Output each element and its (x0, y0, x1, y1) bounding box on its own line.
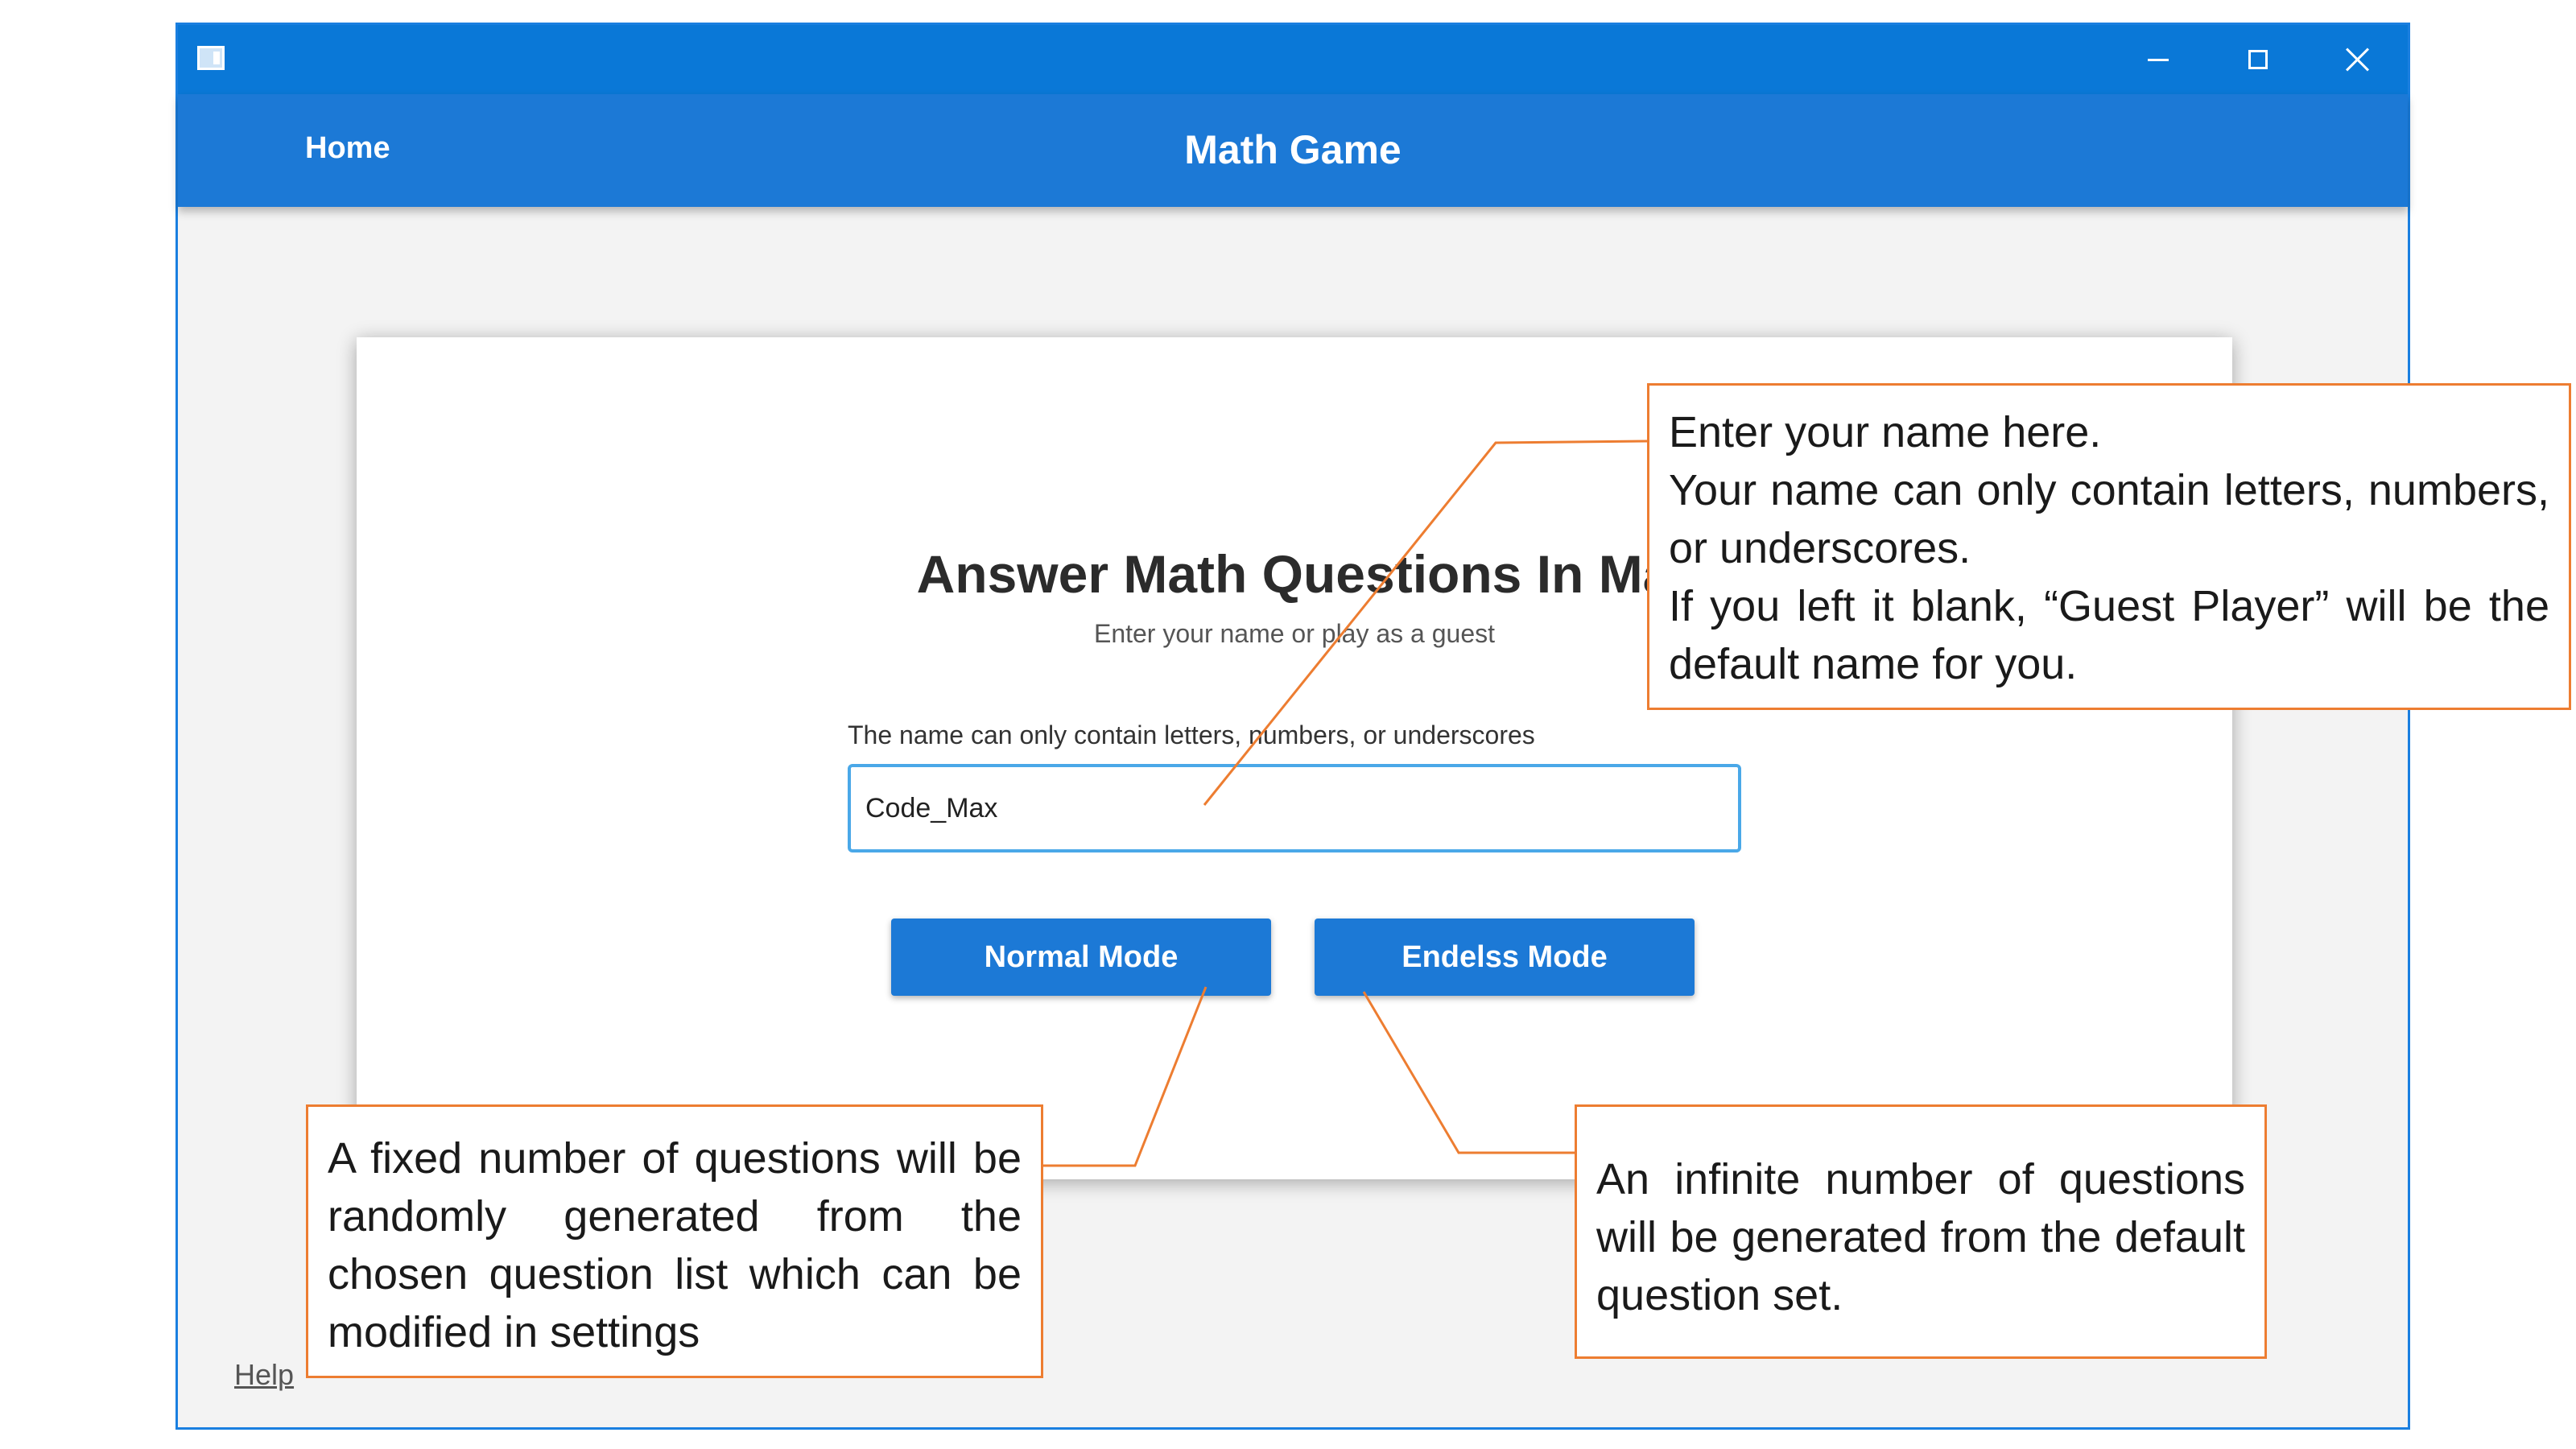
app-bar: Home Math Game (178, 94, 2408, 207)
minimize-icon (2148, 58, 2169, 61)
maximize-button[interactable] (2208, 25, 2308, 94)
title-bar[interactable] (178, 25, 2408, 94)
player-name-input[interactable] (848, 764, 1741, 852)
name-callout-line: Your name can only contain letters, numb… (1669, 466, 2549, 572)
minimize-button[interactable] (2108, 25, 2208, 94)
normal-mode-callout: A fixed number of questions will be rand… (306, 1104, 1043, 1378)
name-field-hint: The name can only contain letters, numbe… (848, 720, 1535, 749)
name-callout: Enter your name here. Your name can only… (1647, 383, 2571, 710)
help-link[interactable]: Help (234, 1358, 294, 1392)
close-icon (2346, 47, 2370, 72)
app-icon (197, 46, 225, 70)
maximize-icon (2248, 50, 2268, 69)
endless-mode-button[interactable]: Endelss Mode (1315, 919, 1695, 996)
name-callout-line: Enter your name here. (1669, 408, 2102, 456)
normal-mode-button[interactable]: Normal Mode (891, 919, 1271, 996)
endless-mode-callout: An infinite number of questions will be … (1575, 1104, 2267, 1359)
close-button[interactable] (2308, 25, 2408, 94)
app-title: Math Game (1184, 127, 1402, 172)
name-callout-line: If you left it blank, “Guest Player” wil… (1669, 582, 2549, 688)
